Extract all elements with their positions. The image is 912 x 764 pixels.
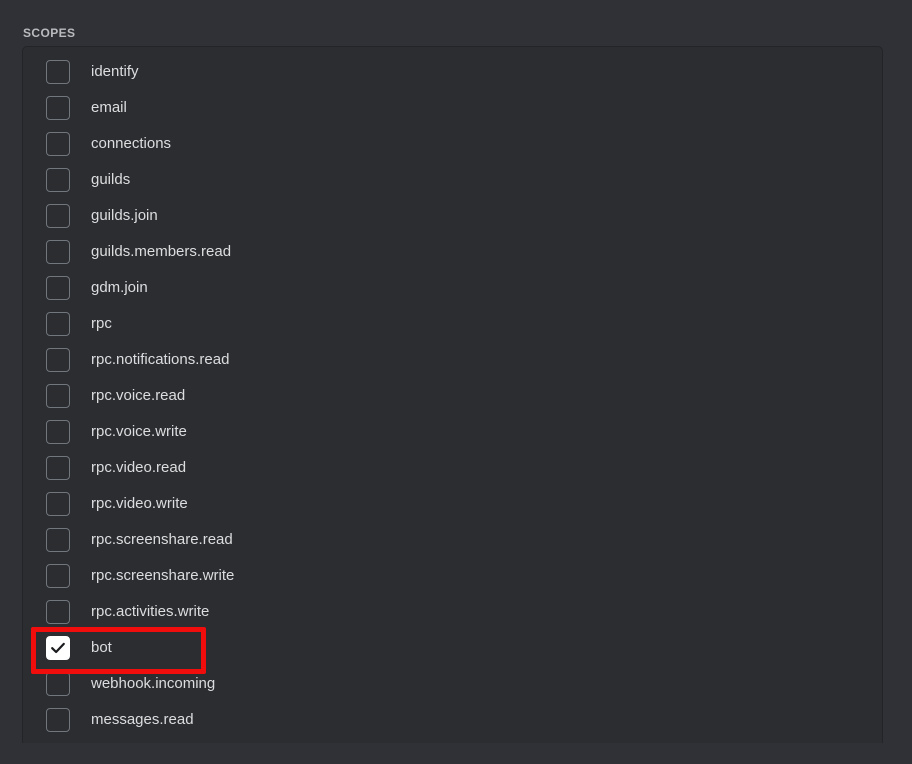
scope-label: rpc.notifications.read bbox=[91, 351, 230, 368]
scope-label: identify bbox=[91, 63, 139, 80]
checkbox-unchecked-icon[interactable] bbox=[46, 456, 70, 480]
scopes-list[interactable]: identify email connections guilds guilds.joi… bbox=[23, 47, 882, 738]
scope-label: rpc.screenshare.write bbox=[91, 567, 235, 584]
checkbox-unchecked-icon[interactable] bbox=[46, 600, 70, 624]
checkbox-unchecked-icon[interactable] bbox=[46, 96, 70, 120]
scope-label: rpc bbox=[91, 315, 112, 332]
checkbox-unchecked-icon[interactable] bbox=[46, 492, 70, 516]
scope-row[interactable]: rpc.video.write bbox=[23, 486, 882, 522]
checkbox-unchecked-icon[interactable] bbox=[46, 312, 70, 336]
scope-row[interactable]: rpc.voice.read bbox=[23, 378, 882, 414]
scope-row[interactable]: rpc.screenshare.write bbox=[23, 558, 882, 594]
scope-row[interactable]: rpc.video.read bbox=[23, 450, 882, 486]
scope-label: rpc.voice.read bbox=[91, 387, 186, 404]
checkbox-unchecked-icon[interactable] bbox=[46, 420, 70, 444]
checkbox-checked-icon[interactable] bbox=[46, 636, 70, 660]
scope-label: gdm.join bbox=[91, 279, 148, 296]
scope-row[interactable]: guilds.join bbox=[23, 198, 882, 234]
scope-row[interactable]: bot bbox=[23, 630, 882, 666]
checkmark-icon bbox=[51, 642, 65, 654]
scope-row[interactable]: guilds.members.read bbox=[23, 234, 882, 270]
scope-row[interactable]: email bbox=[23, 90, 882, 126]
scope-label: email bbox=[91, 99, 127, 116]
scope-row[interactable]: guilds bbox=[23, 162, 882, 198]
scope-label: rpc.video.write bbox=[91, 495, 188, 512]
scope-row[interactable]: rpc.voice.write bbox=[23, 414, 882, 450]
scope-row[interactable]: rpc.notifications.read bbox=[23, 342, 882, 378]
scope-label: connections bbox=[91, 135, 172, 152]
checkbox-unchecked-icon[interactable] bbox=[46, 708, 70, 732]
scope-row[interactable]: gdm.join bbox=[23, 270, 882, 306]
scope-label: messages.read bbox=[91, 711, 194, 728]
checkbox-unchecked-icon[interactable] bbox=[46, 384, 70, 408]
scope-row[interactable]: messages.read bbox=[23, 702, 882, 738]
scope-row[interactable]: connections bbox=[23, 126, 882, 162]
scope-label: guilds.members.read bbox=[91, 243, 232, 260]
scope-row[interactable]: rpc bbox=[23, 306, 882, 342]
checkbox-unchecked-icon[interactable] bbox=[46, 276, 70, 300]
scope-label: guilds bbox=[91, 171, 131, 188]
checkbox-unchecked-icon[interactable] bbox=[46, 348, 70, 372]
checkbox-unchecked-icon[interactable] bbox=[46, 168, 70, 192]
scope-label: bot bbox=[91, 639, 112, 656]
scope-label: webhook.incoming bbox=[91, 675, 216, 692]
checkbox-unchecked-icon[interactable] bbox=[46, 132, 70, 156]
checkbox-unchecked-icon[interactable] bbox=[46, 60, 70, 84]
checkbox-unchecked-icon[interactable] bbox=[46, 528, 70, 552]
scope-label: guilds.join bbox=[91, 207, 158, 224]
scope-row[interactable]: rpc.screenshare.read bbox=[23, 522, 882, 558]
scopes-section-label: SCOPES bbox=[23, 26, 76, 40]
scope-row[interactable]: identify bbox=[23, 54, 882, 90]
checkbox-unchecked-icon[interactable] bbox=[46, 204, 70, 228]
scope-row[interactable]: rpc.activities.write bbox=[23, 594, 882, 630]
scope-row[interactable]: webhook.incoming bbox=[23, 666, 882, 702]
checkbox-unchecked-icon[interactable] bbox=[46, 564, 70, 588]
checkbox-unchecked-icon[interactable] bbox=[46, 672, 70, 696]
scope-label: rpc.voice.write bbox=[91, 423, 187, 440]
checkbox-unchecked-icon[interactable] bbox=[46, 240, 70, 264]
scope-label: rpc.video.read bbox=[91, 459, 187, 476]
scopes-panel: identify email connections guilds guilds.joi… bbox=[22, 46, 883, 743]
scope-label: rpc.activities.write bbox=[91, 603, 210, 620]
scope-label: rpc.screenshare.read bbox=[91, 531, 233, 548]
scopes-page: SCOPES identify email connections guilds gui… bbox=[0, 0, 912, 764]
